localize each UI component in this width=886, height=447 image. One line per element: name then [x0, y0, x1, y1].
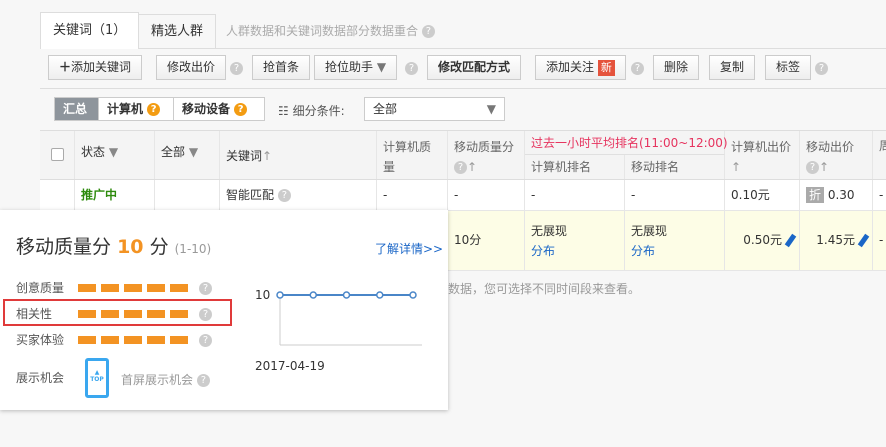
metric-creative-quality: 创意质量?	[16, 279, 212, 296]
mobile-rank-header: 移动排名	[625, 155, 725, 179]
table-header: 状态 ▼ 全部 ▼ 关键词↑ 计算机质量分?↑ 移动质量分?↑ 过去一小时平均排…	[40, 130, 886, 194]
help-icon[interactable]: ?	[230, 62, 243, 75]
edit-pencil-icon[interactable]	[857, 233, 870, 248]
list-icon: ☷	[278, 104, 289, 118]
caret-down-icon: ▼	[376, 60, 387, 74]
select-all-checkbox[interactable]	[51, 148, 64, 161]
quality-trend-chart: 10 2017-04-19	[255, 288, 422, 373]
more-column-header: 周	[879, 139, 886, 153]
rank-group-header: 过去一小时平均排名(11:00~12:00)	[525, 131, 728, 155]
copy-button[interactable]: 复制	[709, 55, 756, 80]
mobile-top-icon: ▲ TOP	[85, 358, 109, 398]
tab-note: 人群数据和关键词数据部分数据重合 ?	[226, 22, 435, 39]
edit-pencil-icon[interactable]	[784, 233, 797, 248]
learn-more-link[interactable]: 了解详情>>	[375, 240, 443, 257]
exposure-label: 展示机会	[16, 371, 65, 385]
divider	[40, 88, 886, 89]
help-icon: ?	[147, 103, 161, 116]
new-badge: 新	[597, 60, 615, 76]
keyword-cell: 智能匹配 ?	[220, 180, 377, 210]
data-point	[409, 291, 417, 299]
pc-rank-cell: -	[525, 180, 625, 210]
y-tick-label: 10	[255, 288, 270, 302]
mobile-quality-cell: -	[448, 180, 525, 210]
quality-score-popup: 移动质量分 10 分 (1-10) 了解详情>> 创意质量? 相关性? 买家体验…	[0, 210, 448, 410]
tab-crowd[interactable]: 精选人群	[138, 14, 217, 48]
grab-helper-dropdown[interactable]: 抢位助手 ▼	[314, 55, 398, 80]
more-cell: -	[879, 188, 884, 202]
pc-quality-cell: -	[377, 180, 448, 210]
empty-note: 数据，您可选择不同时间段来查看。	[448, 282, 641, 296]
distribution-link[interactable]: 分布	[631, 244, 655, 258]
condition-label: ☷ 细分条件:	[278, 104, 345, 118]
more-cell: -	[879, 233, 884, 247]
status-badge: 推广中	[75, 180, 155, 210]
filter-computer[interactable]: 计算机 ?	[98, 97, 174, 121]
popup-title: 移动质量分 10 分 (1-10)	[16, 236, 212, 258]
data-point	[376, 291, 384, 299]
mobile-bid-cell: 1.45元	[800, 211, 873, 270]
mobile-bid-cell: 折 0.30元	[800, 180, 873, 232]
pc-bid-cell: 0.10元	[725, 180, 800, 210]
x-tick-label: 2017-04-19	[255, 359, 325, 373]
table-row: 推广中 智能匹配 ? - - - - 0.10元 折 0.30元 -	[40, 180, 886, 232]
tab-keywords[interactable]: 关键词（1）	[40, 12, 140, 49]
data-point	[276, 291, 284, 299]
help-icon[interactable]: ?	[196, 374, 210, 387]
pc-bid-sort[interactable]: 计算机出价 ↑	[725, 131, 800, 179]
mobile-rank-cell: -	[625, 180, 725, 210]
tab-label: 关键词（1）	[53, 23, 127, 38]
metric-buyer-experience: 买家体验?	[16, 331, 212, 348]
distribution-link[interactable]: 分布	[531, 244, 555, 258]
mobile-quality-cell: 10分	[448, 211, 525, 270]
caret-down-icon: ▼	[486, 102, 496, 116]
tag-button[interactable]: 标签	[765, 55, 812, 80]
add-follow-button[interactable]: 添加关注 新	[535, 55, 626, 80]
filter-mobile[interactable]: 移动设备 ?	[173, 97, 265, 121]
highlight-box	[3, 299, 232, 326]
modify-bid-button[interactable]: 修改出价	[156, 55, 227, 80]
pc-rank-cell: 无展现 分布	[525, 211, 625, 270]
exposure-value: 首屏展示机会 ?	[121, 371, 210, 388]
data-point	[309, 291, 317, 299]
modify-match-button[interactable]: 修改匹配方式	[427, 55, 522, 80]
pc-rank-header: 计算机排名	[525, 155, 625, 179]
series-line	[276, 291, 417, 299]
mobile-quality-sort[interactable]: 移动质量分? ↑	[448, 131, 525, 179]
help-icon: ?	[234, 103, 248, 116]
mobile-rank-cell: 无展现 分布	[625, 211, 725, 270]
help-icon[interactable]: ?	[815, 62, 828, 75]
delete-button[interactable]: 删除	[653, 55, 700, 80]
pc-bid-cell: 0.50元	[725, 211, 800, 270]
help-icon[interactable]: ?	[405, 62, 418, 75]
filter-summary[interactable]: 汇总	[54, 97, 99, 121]
help-icon[interactable]: ?	[421, 25, 435, 38]
help-icon[interactable]: ?	[199, 282, 212, 295]
all-filter[interactable]: 全部 ▼	[155, 131, 220, 179]
mobile-bid-sort[interactable]: 移动出价? ↑	[800, 131, 873, 179]
status-filter[interactable]: 状态 ▼	[75, 131, 155, 179]
discount-badge: 折	[806, 187, 825, 203]
keyword-sort[interactable]: 关键词↑	[220, 131, 377, 179]
add-keyword-button[interactable]: ＋添加关键词	[48, 55, 143, 80]
grab-first-button[interactable]: 抢首条	[252, 55, 311, 80]
data-point	[342, 291, 351, 299]
tab-label: 精选人群	[151, 24, 204, 39]
help-icon[interactable]: ?	[199, 334, 212, 347]
condition-select[interactable]: 全部 ▼	[364, 97, 505, 121]
pc-quality-sort[interactable]: 计算机质量分?↑	[377, 131, 448, 194]
help-icon[interactable]: ?	[631, 62, 644, 75]
